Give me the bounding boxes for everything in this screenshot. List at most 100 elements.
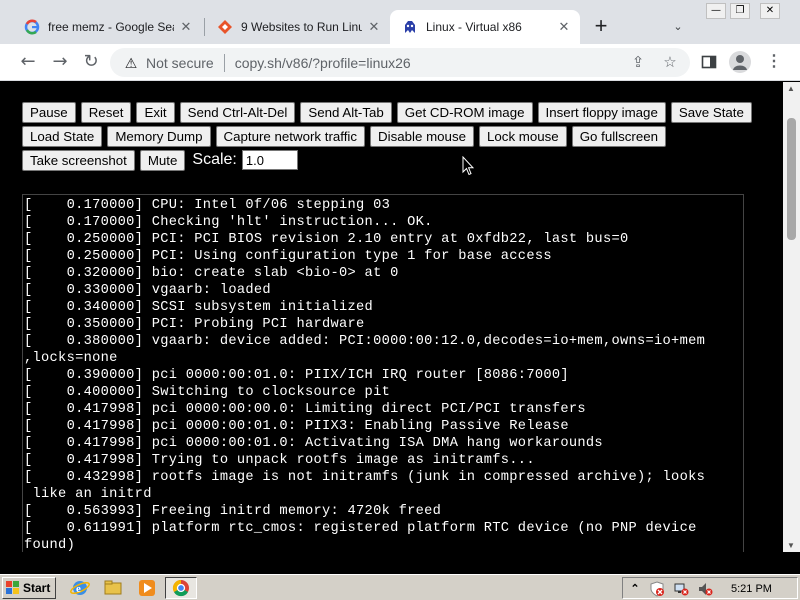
disable-mouse-button[interactable]: Disable mouse [370, 125, 474, 147]
controls-row-2: Load State Memory Dump Capture network tra… [22, 124, 762, 148]
svg-text:e: e [76, 583, 81, 595]
tab-search-button[interactable]: ⌄ [668, 17, 688, 37]
capture-network-traffic-button[interactable]: Capture network traffic [215, 125, 366, 147]
scale-label: Scale: [192, 151, 237, 168]
console-line: [ 0.170000] CPU: Intel 0f/06 stepping 03 [24, 198, 391, 213]
console-line: [ 0.417998] Trying to unpack rootfs imag… [24, 453, 535, 468]
window-bottom-edge [0, 552, 800, 574]
close-icon[interactable]: ✕ [556, 19, 572, 35]
menu-kebab-icon[interactable]: ⋮ [762, 50, 786, 74]
load-state-button[interactable]: Load State [22, 125, 103, 147]
scale-input[interactable] [241, 150, 298, 170]
take-screenshot-button[interactable]: Take screenshot [22, 149, 135, 171]
scroll-down-arrow-icon[interactable]: ▼ [787, 541, 795, 550]
maximize-button[interactable]: ❐ [730, 3, 750, 19]
console-line: [ 0.340000] SCSI subsystem initialized [24, 300, 374, 315]
tab-strip: free memz - Google Searc ✕ 9 Websites to… [0, 0, 800, 44]
security-alert-icon[interactable] [649, 581, 665, 597]
reload-icon[interactable]: ↻ [79, 50, 103, 74]
console-line: [ 0.250000] PCI: PCI BIOS revision 2.10 … [24, 232, 629, 247]
console-line: [ 0.330000] vgaarb: loaded [24, 283, 271, 298]
console-line: ,locks=none [24, 351, 118, 366]
memory-dump-button[interactable]: Memory Dump [107, 125, 211, 147]
side-panel-icon[interactable] [697, 50, 721, 74]
browser-toolbar: ← → ↻ ⚠ Not secure copy.sh/v86/?profile=… [0, 44, 800, 81]
divider [223, 53, 225, 72]
scrollbar-thumb[interactable] [787, 118, 796, 240]
volume-muted-icon[interactable] [697, 581, 713, 597]
send-ctrl-alt-del-button[interactable]: Send Ctrl-Alt-Del [179, 101, 296, 123]
emulator-screen[interactable]: [ 0.170000] CPU: Intel 0f/06 stepping 03… [22, 194, 744, 552]
media-player-icon[interactable] [137, 578, 157, 598]
console-line: [ 0.320000] bio: create slab <bio-0> at … [24, 266, 399, 281]
page-content: Pause Reset Exit Send Ctrl-Alt-Del Send Alt-… [0, 82, 800, 552]
console-line: [ 0.417998] pci 0000:00:01.0: PIIX3: Ena… [24, 419, 569, 434]
console-line: [ 0.250000] PCI: Using configuration typ… [24, 249, 552, 264]
minimize-button[interactable]: — [706, 3, 726, 19]
close-icon[interactable]: ✕ [366, 19, 382, 35]
controls-row-1: Pause Reset Exit Send Ctrl-Alt-Del Send Alt-… [22, 100, 762, 124]
tab-linux-virtual-x86[interactable]: Linux - Virtual x86 ✕ [390, 10, 580, 44]
bookmark-star-icon[interactable]: ☆ [658, 51, 682, 75]
console-line: [ 0.350000] PCI: Probing PCI hardware [24, 317, 365, 332]
warning-triangle-icon[interactable]: ⚠ [122, 54, 140, 72]
console-line: [ 0.563993] Freeing initrd memory: 4720k… [24, 504, 442, 519]
emulator-controls: Pause Reset Exit Send Ctrl-Alt-Del Send Alt-… [22, 100, 762, 172]
google-g-icon [24, 19, 40, 35]
back-arrow-icon[interactable]: ← [16, 50, 40, 74]
console-line: [ 0.417998] pci 0000:00:00.0: Limiting d… [24, 402, 586, 417]
network-icon[interactable] [673, 581, 689, 597]
not-secure-label: Not secure [146, 54, 214, 71]
console-line: [ 0.432998] rootfs image is not initramf… [24, 470, 706, 485]
go-fullscreen-button[interactable]: Go fullscreen [571, 125, 667, 147]
file-explorer-icon[interactable] [103, 578, 123, 598]
share-icon[interactable]: ⇪ [626, 51, 650, 75]
close-icon[interactable]: ✕ [178, 19, 194, 35]
close-window-button[interactable]: ✕ [760, 3, 780, 19]
console-line: [ 0.417998] pci 0000:00:01.0: Activating… [24, 436, 603, 451]
chrome-taskbar-button[interactable] [165, 577, 197, 599]
taskbar: Start e ⌃ 5:21 PM [0, 574, 800, 600]
address-bar[interactable]: ⚠ Not secure copy.sh/v86/?profile=linux2… [110, 48, 690, 77]
console-line: [ 0.380000] vgaarb: device added: PCI:00… [24, 334, 706, 349]
chrome-icon [172, 579, 189, 597]
show-hidden-icons-icon[interactable]: ⌃ [627, 581, 643, 597]
save-state-button[interactable]: Save State [670, 101, 752, 123]
insert-floppy-image-button[interactable]: Insert floppy image [537, 101, 666, 123]
forward-arrow-icon[interactable]: → [48, 50, 72, 74]
reset-button[interactable]: Reset [80, 101, 132, 123]
console-line: like an initrd [24, 487, 152, 502]
url-text[interactable]: copy.sh/v86/?profile=linux26 [235, 55, 626, 71]
tab-google-search[interactable]: free memz - Google Searc ✕ [12, 10, 202, 44]
tab-title: free memz - Google Searc [48, 20, 174, 34]
lock-mouse-button[interactable]: Lock mouse [479, 125, 567, 147]
console-line: [ 0.400000] Switching to clocksource pit [24, 385, 391, 400]
new-tab-button[interactable]: + [588, 14, 614, 40]
scroll-up-arrow-icon[interactable]: ▲ [787, 84, 795, 93]
windows-logo-icon [6, 581, 19, 594]
console-line: found) [24, 538, 76, 552]
profile-avatar-icon[interactable] [729, 51, 751, 73]
console-line: [ 0.170000] Checking 'hlt' instruction..… [24, 215, 433, 230]
start-button[interactable]: Start [2, 577, 56, 599]
start-label: Start [23, 581, 51, 595]
console-line: [ 0.390000] pci 0000:00:01.0: PIIX/ICH I… [24, 368, 569, 383]
makeuseof-icon [217, 19, 233, 35]
pause-button[interactable]: Pause [22, 101, 76, 123]
internet-explorer-icon[interactable]: e [70, 578, 90, 598]
mouse-pointer-icon [462, 156, 474, 176]
console-line: [ 0.611991] platform rtc_cmos: registere… [24, 521, 697, 536]
tab-title: 9 Websites to Run Linux i [241, 20, 362, 34]
send-alt-tab-button[interactable]: Send Alt-Tab [300, 101, 392, 123]
controls-row-3: Take screenshot Mute Scale: [22, 148, 762, 172]
exit-button[interactable]: Exit [136, 101, 175, 123]
page-scrollbar[interactable]: ▲ ▼ [783, 82, 800, 552]
clock[interactable]: 5:21 PM [731, 581, 772, 597]
tab-title: Linux - Virtual x86 [426, 20, 522, 34]
system-tray: ⌃ 5:21 PM [622, 577, 798, 599]
tab-websites-linux[interactable]: 9 Websites to Run Linux i ✕ [205, 10, 390, 44]
get-cd-rom-image-button[interactable]: Get CD-ROM image [396, 101, 533, 123]
v86-icon [402, 19, 418, 35]
console-output: [ 0.170000] CPU: Intel 0f/06 stepping 03… [24, 197, 743, 552]
mute-button[interactable]: Mute [139, 149, 186, 171]
